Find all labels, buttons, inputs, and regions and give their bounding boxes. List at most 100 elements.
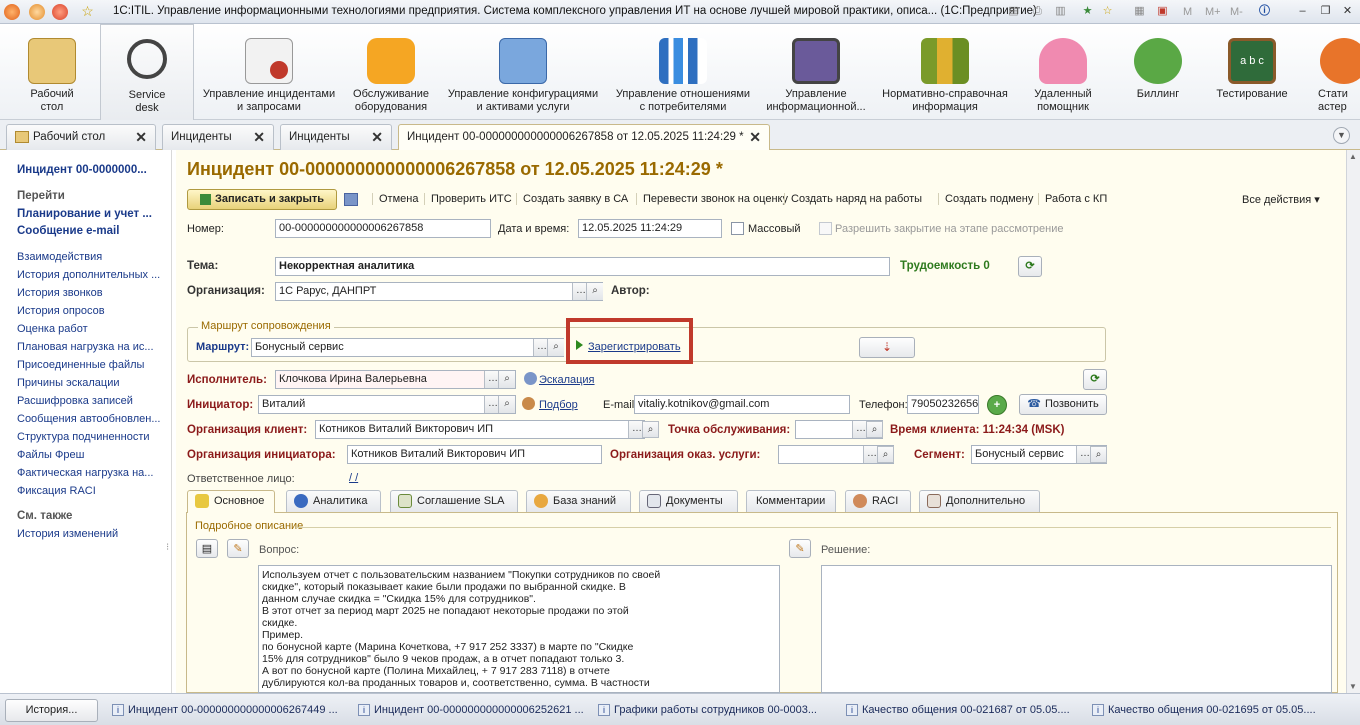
subject-field[interactable]: Некорректная аналитика (275, 257, 890, 276)
section-equipment[interactable]: Обслуживание оборудования (344, 24, 438, 120)
executor-search-icon[interactable]: ⌕ (498, 371, 515, 388)
preview-icon[interactable]: ▥ (1053, 4, 1068, 19)
section-service-desk[interactable]: Service desk (100, 24, 194, 120)
question-format-button[interactable]: ▤ (196, 539, 218, 558)
tab-analytics[interactable]: Аналитика (286, 490, 381, 512)
refresh-labor-button[interactable]: ⟳ (1018, 256, 1042, 277)
tab-sla[interactable]: Соглашение SLA (390, 490, 518, 512)
call-button[interactable]: ☎ Позвонить (1019, 394, 1107, 415)
task-item[interactable]: i Графики работы сотрудников 00-0003... (594, 698, 837, 722)
tab-desktop[interactable]: Рабочий стол ✕ (6, 124, 156, 150)
client-org-search-icon[interactable]: ⌕ (642, 421, 659, 438)
command-3[interactable]: Перевести звонок на оценку (636, 193, 788, 205)
tab-knowledge-base[interactable]: База знаний (526, 490, 631, 512)
minimize-icon[interactable]: – (1295, 4, 1310, 19)
provider-org-search-icon[interactable]: ⌕ (877, 446, 894, 463)
star-icon[interactable]: ☆ (80, 4, 95, 19)
calendar-icon[interactable]: ▣ (1155, 4, 1170, 19)
vertical-scrollbar[interactable]: ▲ ▼ (1346, 150, 1360, 693)
nav-link[interactable]: Оценка работ (17, 323, 88, 335)
init-org-field[interactable]: Котников Виталий Викторович ИП (347, 445, 602, 464)
scroll-down-icon[interactable]: ▼ (1349, 682, 1357, 691)
nav-link[interactable]: Расшифровка записей (17, 395, 133, 407)
select-link[interactable]: Подбор (539, 399, 578, 411)
section-customer-relations[interactable]: Управление отношениями с потребителями (608, 24, 758, 120)
command-1[interactable]: Проверить ИТС (424, 193, 512, 205)
task-item[interactable]: i Инцидент 00-000000000000006267449 ... (108, 698, 348, 722)
scroll-up-icon[interactable]: ▲ (1349, 152, 1357, 161)
command-5[interactable]: Создать подмену (938, 193, 1033, 205)
restore-icon[interactable]: ❐ (1318, 4, 1333, 19)
task-item[interactable]: i Инцидент 00-000000000000006252621 ... (354, 698, 589, 722)
tab-comments[interactable]: Комментарии (746, 490, 836, 512)
history-button[interactable]: История... (5, 699, 98, 722)
save-disk-icon[interactable] (344, 193, 358, 206)
nav-link[interactable]: Сообщения автообновлен... (17, 413, 161, 425)
task-item[interactable]: i Качество общения 00-021687 от 05.05.... (842, 698, 1083, 722)
close-tab-icon[interactable]: ✕ (371, 129, 383, 146)
datetime-field[interactable]: 12.05.2025 11:24:29 (578, 219, 722, 238)
responsible-link[interactable]: / / (349, 472, 358, 484)
save-icon[interactable]: ▤ (1006, 4, 1021, 19)
tabs-dropdown-icon[interactable]: ▼ (1333, 127, 1350, 144)
info-icon[interactable]: ⓘ (1257, 4, 1272, 19)
nav-link[interactable]: Фиксация RACI (17, 485, 96, 497)
all-actions-menu[interactable]: Все действия ▾ (1242, 193, 1320, 206)
memory-plus-button[interactable]: M+ (1205, 6, 1221, 18)
nav-link[interactable]: Фактическая нагрузка на... (17, 467, 153, 479)
initiator-search-icon[interactable]: ⌕ (498, 396, 515, 413)
nav-link[interactable]: История звонков (17, 287, 103, 299)
solution-textarea[interactable] (821, 565, 1332, 693)
question-edit-button[interactable]: ✎ (227, 539, 249, 558)
nav-link-planning[interactable]: Планирование и учет ... (17, 208, 152, 220)
refresh-executor-button[interactable]: ⟳ (1083, 369, 1107, 390)
solution-edit-button[interactable]: ✎ (789, 539, 811, 558)
command-4[interactable]: Создать наряд на работы (784, 193, 922, 205)
close-tab-icon[interactable]: ✕ (135, 129, 147, 146)
tab-main[interactable]: Основное (187, 490, 275, 513)
nav-link[interactable]: Взаимодействия (17, 251, 102, 263)
number-field[interactable]: 00-000000000000006267858 (275, 219, 491, 238)
close-window-icon[interactable]: ✕ (1340, 4, 1355, 19)
nav-link-email[interactable]: Сообщение e-mail (17, 225, 119, 237)
calculator-icon[interactable]: ▦ (1132, 4, 1147, 19)
memory-minus-button[interactable]: M- (1230, 6, 1243, 18)
nav-link[interactable]: История дополнительных ... (17, 269, 160, 281)
org-search-icon[interactable]: ⌕ (586, 283, 603, 300)
section-configurations[interactable]: Управление конфигурациями и активами усл… (440, 24, 606, 120)
nav-header[interactable]: Инцидент 00-0000000... (17, 164, 147, 176)
favorites-icon[interactable]: ☆ (1100, 4, 1115, 19)
route-search-icon[interactable]: ⌕ (547, 339, 564, 356)
nav-link[interactable]: Файлы Фреш (17, 449, 84, 461)
print-icon[interactable]: ⎙ (1030, 4, 1045, 19)
tab-additional[interactable]: Дополнительно (919, 490, 1040, 512)
memory-m-button[interactable]: M (1183, 6, 1192, 18)
email-field[interactable]: vitaliy.kotnikov@gmail.com (634, 395, 850, 414)
section-billing[interactable]: Биллинг (1110, 24, 1206, 120)
nav-link[interactable]: История опросов (17, 305, 105, 317)
save-close-button[interactable]: Записать и закрыть (187, 189, 337, 210)
splitter-handle-icon[interactable]: ⁝ (166, 543, 169, 553)
initiator-field[interactable]: Виталий (258, 395, 516, 414)
register-link[interactable]: Зарегистрировать (588, 341, 681, 353)
app-logo-icon[interactable] (4, 4, 20, 20)
nav-link-history[interactable]: История изменений (17, 528, 118, 540)
nav-link[interactable]: Плановая нагрузка на ис... (17, 341, 154, 353)
favorite-add-icon[interactable]: ★ (1080, 4, 1095, 19)
executor-field[interactable]: Клочкова Ирина Валерьевна (275, 370, 516, 389)
section-reference-info[interactable]: Нормативно-справочная информация (874, 24, 1016, 120)
section-incidents[interactable]: Управление инцидентами и запросами (196, 24, 342, 120)
tab-incidents-2[interactable]: Инциденты ✕ (280, 124, 392, 150)
section-desktop[interactable]: Рабочий стол (6, 24, 98, 120)
command-0[interactable]: Отмена (372, 193, 418, 205)
nav-link[interactable]: Причины эскалации (17, 377, 120, 389)
command-6[interactable]: Работа с КП (1038, 193, 1107, 205)
close-tab-icon[interactable]: ✕ (749, 129, 761, 146)
nav-link[interactable]: Присоединенные файлы (17, 359, 144, 371)
menu-icon[interactable] (29, 4, 45, 20)
section-testing[interactable]: a b c Тестирование (1208, 24, 1296, 120)
route-action-button[interactable]: ⇣ (859, 337, 915, 358)
client-org-field[interactable]: Котников Виталий Викторович ИП (315, 420, 645, 439)
add-phone-icon[interactable]: + (987, 395, 1007, 415)
tab-raci[interactable]: RACI (845, 490, 911, 512)
